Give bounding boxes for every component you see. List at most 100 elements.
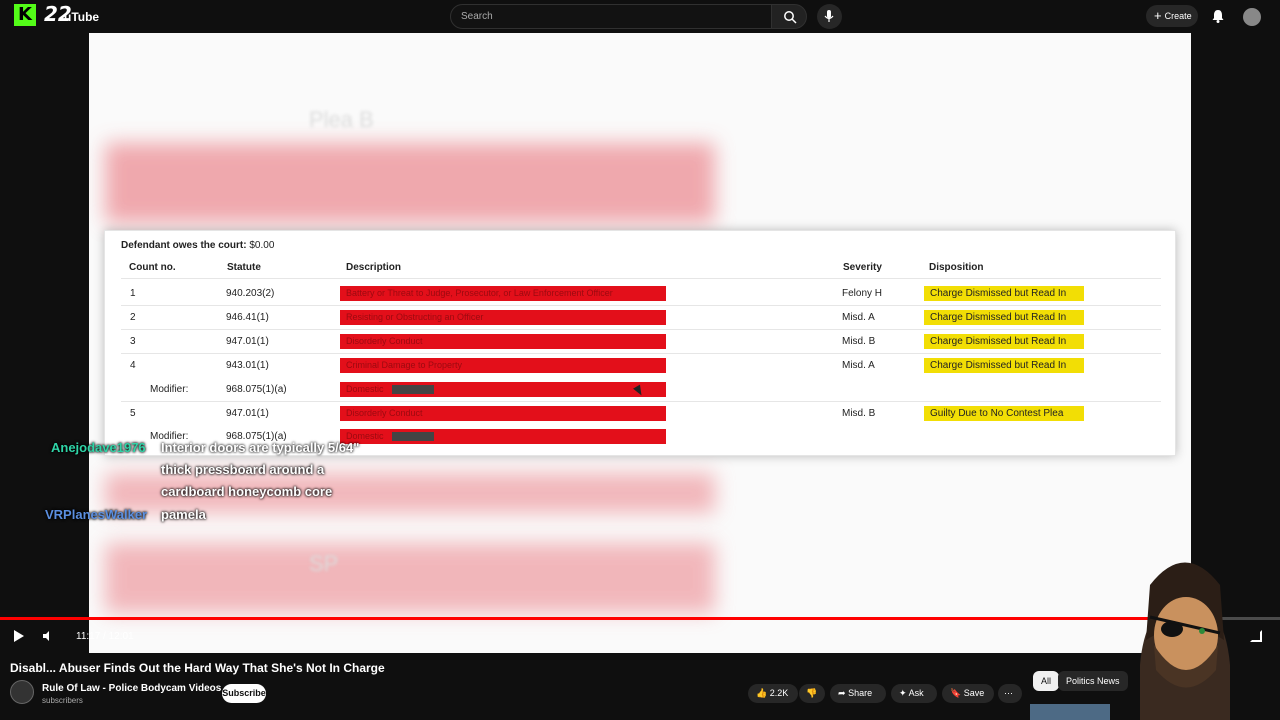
dislike-button[interactable]: 👎 (799, 684, 825, 703)
row-2-count: 2 (130, 312, 136, 323)
ask-label: Ask (908, 688, 924, 698)
channel-avatar[interactable] (10, 680, 34, 704)
header-divider (121, 278, 1161, 279)
row-5-disposition: Guilty Due to No Contest Plea (924, 406, 1084, 421)
column-header-severity: Severity (843, 262, 882, 273)
redaction-block (392, 385, 434, 394)
row-5-statute: 947.01(1) (226, 408, 269, 419)
blurred-background-band (105, 143, 715, 223)
row-1-description-redacted: Battery or Threat to Judge, Prosecutor, … (340, 286, 666, 301)
chat-message: thick pressboard around a (161, 462, 325, 477)
row-3-count: 3 (130, 336, 136, 347)
row-4-description-redacted: Criminal Damage to Property (340, 358, 666, 373)
account-avatar[interactable] (1243, 8, 1261, 26)
chat-message: pamela (161, 507, 206, 522)
row-5-description: Disorderly Conduct (346, 408, 423, 418)
row-divider (121, 329, 1161, 330)
row-4-statute: 943.01(1) (226, 360, 269, 371)
row-divider (121, 401, 1161, 402)
time-display: 11:17 / 12:01 (76, 631, 134, 642)
related-video-thumbnail[interactable] (1030, 704, 1110, 720)
chat-username: Anejodave1976 (51, 440, 146, 455)
row-2-description-redacted: Resisting or Obstructing an Officer (340, 310, 666, 325)
row-4-severity: Misd. A (842, 360, 875, 371)
column-header-count: Count no. (129, 262, 176, 273)
redaction-block (392, 432, 434, 441)
subscribe-button[interactable]: Subscribe (222, 684, 266, 703)
blurred-background-text: SP (309, 551, 339, 576)
share-button[interactable]: ➦ Share (830, 684, 886, 703)
amount-owed: Defendant owes the court: $0.00 (121, 240, 274, 251)
row-2-severity: Misd. A (842, 312, 875, 323)
channel-name[interactable]: Rule Of Law - Police Bodycam Videos (42, 683, 221, 694)
youtube-logo-text[interactable]: uTube (64, 10, 99, 24)
row-2-disposition: Charge Dismissed but Read In (924, 310, 1084, 325)
row-4-modifier-statute: 968.075(1)(a) (226, 384, 287, 395)
voice-search-button[interactable] (817, 4, 842, 29)
blurred-background-band (105, 543, 715, 613)
search-button[interactable] (771, 4, 807, 29)
plus-icon: + (1154, 8, 1162, 23)
search-placeholder: Search (461, 11, 493, 22)
video-title: Disabl... Abuser Finds Out the Hard Way … (10, 661, 385, 675)
row-4-modifier-label: Modifier: (150, 384, 189, 395)
share-label: Share (848, 688, 873, 698)
row-5-count: 5 (130, 408, 136, 419)
row-3-description-redacted: Disorderly Conduct (340, 334, 666, 349)
row-4-description: Criminal Damage to Property (346, 360, 463, 370)
sparkle-icon: ✦ (899, 688, 907, 698)
create-label: Create (1164, 11, 1192, 21)
row-2-statute: 946.41(1) (226, 312, 269, 323)
share-icon: ➦ (838, 688, 846, 698)
amount-owed-value: $0.00 (249, 240, 275, 251)
row-3-statute: 947.01(1) (226, 336, 269, 347)
thumbs-up-icon: 👍 (756, 688, 768, 698)
like-count: 2.2K (769, 688, 789, 698)
row-1-description: Battery or Threat to Judge, Prosecutor, … (346, 288, 613, 298)
row-4-disposition: Charge Dismissed but Read In (924, 358, 1084, 373)
bookmark-icon: 🔖 (950, 688, 962, 698)
chat-message: cardboard honeycomb core (161, 484, 333, 499)
ask-button[interactable]: ✦ Ask (891, 684, 937, 703)
channel-subscriber-count: subscribers (42, 696, 83, 705)
row-divider (121, 305, 1161, 306)
row-3-description: Disorderly Conduct (346, 336, 423, 346)
play-icon[interactable] (14, 630, 24, 642)
search-icon (784, 11, 797, 24)
thumbs-down-icon: 👎 (806, 688, 818, 698)
chip-politics-news[interactable]: Politics News (1058, 671, 1128, 691)
like-button[interactable]: 👍 2.2K (748, 684, 798, 703)
chat-username: VRPlanesWalker (45, 507, 148, 522)
save-button[interactable]: 🔖 Save (942, 684, 994, 703)
search-input[interactable]: Search (450, 4, 772, 29)
amount-owed-label: Defendant owes the court: (121, 240, 247, 251)
create-button[interactable]: + Create (1146, 5, 1198, 27)
row-4-modifier-description: Domestic (346, 384, 384, 394)
streamer-avatar-image (1140, 562, 1230, 720)
top-bar: K 22 uTube Search + Create (0, 0, 1280, 33)
row-5-modifier-redacted: Domestic (340, 429, 666, 444)
column-header-statute: Statute (227, 262, 261, 273)
row-1-statute: 940.203(2) (226, 288, 275, 299)
volume-icon[interactable] (42, 630, 54, 642)
video-player[interactable]: Plea B SP Defendant owes the court: $0.0… (89, 33, 1191, 653)
notifications-bell-icon[interactable] (1210, 8, 1226, 24)
chip-all[interactable]: All (1033, 671, 1060, 691)
row-4-count: 4 (130, 360, 136, 371)
row-3-disposition: Charge Dismissed but Read In (924, 334, 1084, 349)
save-label: Save (963, 688, 985, 698)
row-3-severity: Misd. B (842, 336, 876, 347)
row-1-disposition: Charge Dismissed but Read In (924, 286, 1084, 301)
fullscreen-icon[interactable] (1250, 630, 1262, 642)
row-divider (121, 353, 1161, 354)
row-1-severity: Felony H (842, 288, 883, 299)
microphone-icon (824, 10, 834, 22)
more-icon: ⋯ (1004, 688, 1013, 698)
row-1-count: 1 (130, 288, 136, 299)
row-5-description-redacted: Disorderly Conduct (340, 406, 666, 421)
more-actions-button[interactable]: ⋯ (998, 684, 1022, 703)
row-4-modifier-redacted: Domestic (340, 382, 666, 397)
progress-bar-fill (0, 617, 1200, 620)
row-2-description: Resisting or Obstructing an Officer (346, 312, 484, 322)
row-5-severity: Misd. B (842, 408, 876, 419)
